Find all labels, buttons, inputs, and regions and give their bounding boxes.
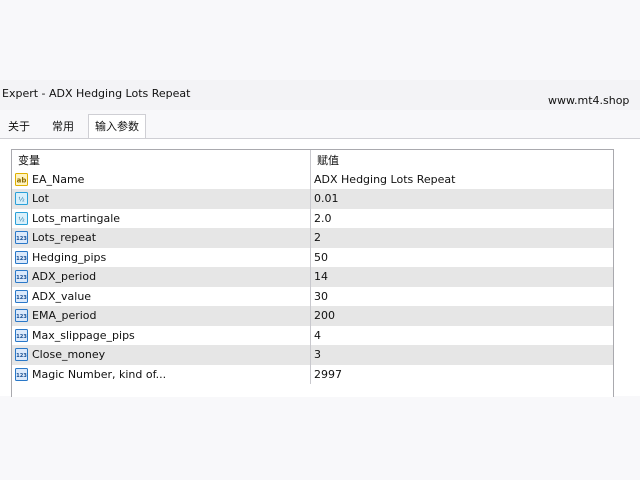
svg-text:123: 123	[16, 334, 27, 340]
parameter-name: Close_money	[32, 348, 106, 362]
table-row[interactable]: ½ Lots_martingale 2.0	[12, 208, 613, 229]
parameter-name-cell[interactable]: 123 Magic Number, kind of...	[12, 364, 311, 384]
parameter-name-cell[interactable]: 123 Lots_repeat	[12, 228, 311, 248]
parameter-name: Lots_repeat	[32, 231, 97, 245]
table-row[interactable]: 123 ADX_period 14	[12, 267, 613, 287]
parameter-name: Hedging_pips	[32, 250, 107, 264]
integer-icon: 123	[15, 250, 28, 264]
column-header-value[interactable]: 赋值	[311, 150, 613, 170]
parameter-name: Magic Number, kind of...	[32, 367, 167, 381]
input-parameters-panel: 变量 赋值 ab EA_Name ADX Hedging Lots Repeat ½ L…	[0, 138, 640, 397]
parameter-value[interactable]: ADX Hedging Lots Repeat	[311, 170, 613, 190]
table-row[interactable]: 123 ADX_value 30	[12, 286, 613, 307]
parameter-value[interactable]: 3	[311, 345, 613, 365]
parameter-name: EMA_period	[32, 309, 97, 323]
integer-icon: 123	[15, 289, 28, 303]
window-title: Expert - ADX Hedging Lots Repeat	[2, 87, 191, 100]
watermark-text: www.mt4.shop	[548, 94, 630, 107]
svg-text:½: ½	[18, 196, 24, 204]
parameter-value[interactable]: 30	[311, 287, 613, 307]
tab-common[interactable]: 常用	[46, 116, 80, 138]
parameter-name: ADX_period	[32, 270, 97, 284]
parameter-name: Lots_martingale	[32, 211, 121, 225]
parameter-name-cell[interactable]: 123 Hedging_pips	[12, 247, 311, 267]
svg-text:123: 123	[16, 236, 27, 242]
table-row[interactable]: 123 Close_money 3	[12, 345, 613, 365]
svg-text:123: 123	[16, 256, 27, 262]
parameter-value[interactable]: 2997	[311, 365, 613, 385]
double-icon: ½	[15, 211, 28, 225]
svg-text:123: 123	[16, 295, 27, 301]
tab-input-parameters[interactable]: 输入参数	[88, 114, 146, 139]
svg-text:123: 123	[16, 373, 27, 379]
integer-icon: 123	[15, 309, 28, 323]
parameter-name: Max_slippage_pips	[32, 328, 135, 342]
parameter-name-cell[interactable]: 123 ADX_period	[12, 267, 311, 287]
table-row[interactable]: ab EA_Name ADX Hedging Lots Repeat	[12, 169, 613, 190]
table-row[interactable]: 123 Magic Number, kind of... 2997	[12, 364, 613, 385]
svg-text:123: 123	[16, 275, 27, 281]
parameter-value[interactable]: 2	[311, 228, 613, 248]
table-row[interactable]: 123 Lots_repeat 2	[12, 228, 613, 248]
table-row[interactable]: 123 Max_slippage_pips 4	[12, 325, 613, 346]
parameter-name: ADX_value	[32, 289, 92, 303]
integer-icon: 123	[15, 348, 28, 362]
tab-about[interactable]: 关于	[2, 116, 36, 138]
parameter-value[interactable]: 0.01	[311, 189, 613, 209]
parameter-value[interactable]: 14	[311, 267, 613, 287]
table-row[interactable]: 123 Hedging_pips 50	[12, 247, 613, 268]
parameter-name-cell[interactable]: ½ Lot	[12, 189, 311, 209]
svg-text:ab: ab	[17, 176, 27, 184]
parameter-name: EA_Name	[32, 172, 85, 186]
parameters-table: 变量 赋值 ab EA_Name ADX Hedging Lots Repeat ½ L…	[11, 149, 614, 397]
string-icon: ab	[15, 172, 28, 186]
parameter-name-cell[interactable]: 123 EMA_period	[12, 306, 311, 326]
svg-text:123: 123	[16, 314, 27, 320]
parameter-name-cell[interactable]: 123 Close_money	[12, 345, 311, 365]
svg-text:½: ½	[18, 215, 24, 223]
parameter-value[interactable]: 200	[311, 306, 613, 326]
integer-icon: 123	[15, 231, 28, 245]
parameter-name-cell[interactable]: 123 ADX_value	[12, 286, 311, 306]
parameter-name: Lot	[32, 192, 49, 206]
svg-text:123: 123	[16, 353, 27, 359]
tab-bar: 关于 常用 输入参数	[0, 114, 640, 139]
parameter-value[interactable]: 2.0	[311, 209, 613, 229]
column-header-variable[interactable]: 变量	[12, 150, 311, 170]
table-header: 变量 赋值	[12, 150, 613, 170]
parameter-name-cell[interactable]: 123 Max_slippage_pips	[12, 325, 311, 345]
parameter-name-cell[interactable]: ab EA_Name	[12, 169, 311, 189]
parameter-value[interactable]: 50	[311, 248, 613, 268]
integer-icon: 123	[15, 367, 28, 381]
integer-icon: 123	[15, 328, 28, 342]
parameter-value[interactable]: 4	[311, 326, 613, 346]
table-row[interactable]: ½ Lot 0.01	[12, 189, 613, 209]
table-row[interactable]: 123 EMA_period 200	[12, 306, 613, 326]
integer-icon: 123	[15, 270, 28, 284]
parameter-name-cell[interactable]: ½ Lots_martingale	[12, 208, 311, 228]
double-icon: ½	[15, 192, 28, 206]
